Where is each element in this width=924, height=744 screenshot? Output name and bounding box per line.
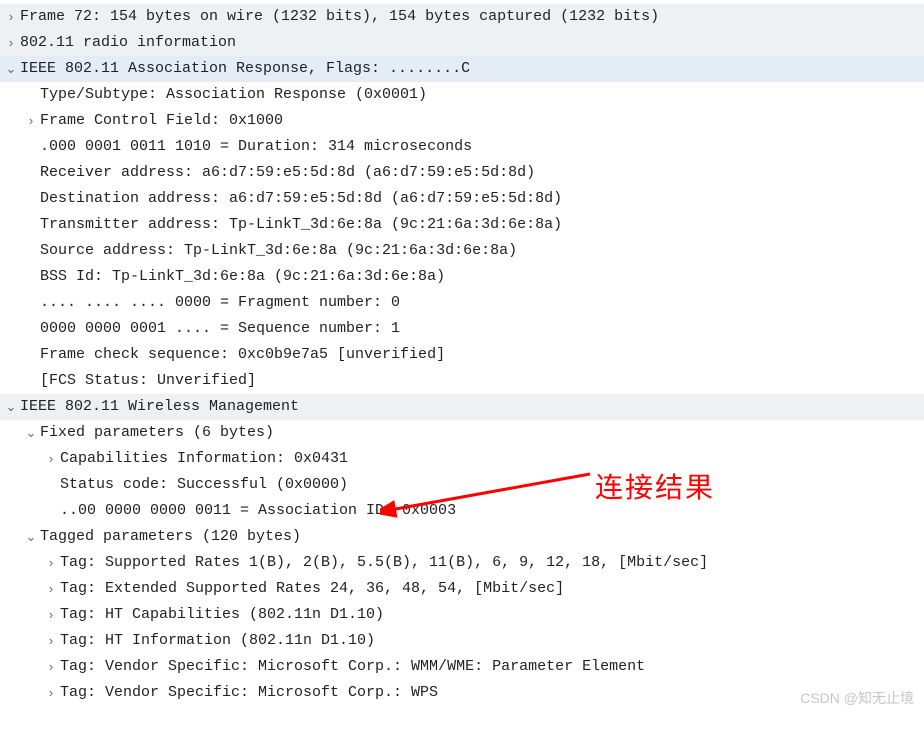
tree-row-bssid[interactable]: BSS Id: Tp-LinkT_3d:6e:8a (9c:21:6a:3d:6… <box>0 264 924 290</box>
field-value: .... .... .... 0000 = Fragment number: 0 <box>38 290 400 316</box>
expand-icon[interactable]: › <box>24 108 38 134</box>
tree-row-fixed-parameters[interactable]: ⌄ Fixed parameters (6 bytes) <box>0 420 924 446</box>
expand-icon[interactable]: › <box>4 30 18 56</box>
tree-row-duration[interactable]: .000 0001 0011 1010 = Duration: 314 micr… <box>0 134 924 160</box>
tree-row-wireless-management[interactable]: ⌄ IEEE 802.11 Wireless Management <box>0 394 924 420</box>
tree-row-source[interactable]: Source address: Tp-LinkT_3d:6e:8a (9c:21… <box>0 238 924 264</box>
tree-row-fcs-status[interactable]: [FCS Status: Unverified] <box>0 368 924 394</box>
field-value: IEEE 802.11 Wireless Management <box>18 394 299 420</box>
tree-row-destination[interactable]: Destination address: a6:d7:59:e5:5d:8d (… <box>0 186 924 212</box>
collapse-icon[interactable]: ⌄ <box>24 524 38 550</box>
tree-row-transmitter[interactable]: Transmitter address: Tp-LinkT_3d:6e:8a (… <box>0 212 924 238</box>
collapse-icon[interactable]: ⌄ <box>24 420 38 446</box>
tree-row-fragment[interactable]: .... .... .... 0000 = Fragment number: 0 <box>0 290 924 316</box>
field-value: BSS Id: Tp-LinkT_3d:6e:8a (9c:21:6a:3d:6… <box>38 264 445 290</box>
field-value: Frame 72: 154 bytes on wire (1232 bits),… <box>18 4 659 30</box>
field-value: Type/Subtype: Association Response (0x00… <box>38 82 427 108</box>
tree-row-status-code[interactable]: Status code: Successful (0x0000) <box>0 472 924 498</box>
tree-row-tag-ht-cap[interactable]: › Tag: HT Capabilities (802.11n D1.10) <box>0 602 924 628</box>
expand-icon[interactable]: › <box>44 680 58 706</box>
field-value: Capabilities Information: 0x0431 <box>58 446 348 472</box>
expand-icon[interactable]: › <box>44 628 58 654</box>
expand-icon[interactable]: › <box>44 576 58 602</box>
tree-row-capabilities[interactable]: › Capabilities Information: 0x0431 <box>0 446 924 472</box>
field-value: Tag: HT Capabilities (802.11n D1.10) <box>58 602 384 628</box>
field-value: Destination address: a6:d7:59:e5:5d:8d (… <box>38 186 562 212</box>
tree-row-radio[interactable]: › 802.11 radio information <box>0 30 924 56</box>
field-value: Receiver address: a6:d7:59:e5:5d:8d (a6:… <box>38 160 535 186</box>
tree-row-tag-vendor-wmm[interactable]: › Tag: Vendor Specific: Microsoft Corp.:… <box>0 654 924 680</box>
field-value: 0000 0000 0001 .... = Sequence number: 1 <box>38 316 400 342</box>
expand-icon[interactable]: › <box>4 4 18 30</box>
tree-row-frame-control[interactable]: › Frame Control Field: 0x1000 <box>0 108 924 134</box>
expand-icon[interactable]: › <box>44 602 58 628</box>
field-value: Tag: Supported Rates 1(B), 2(B), 5.5(B),… <box>58 550 708 576</box>
field-value: Tag: HT Information (802.11n D1.10) <box>58 628 375 654</box>
packet-details-tree: › Frame 72: 154 bytes on wire (1232 bits… <box>0 0 924 714</box>
field-value: Frame check sequence: 0xc0b9e7a5 [unveri… <box>38 342 445 368</box>
field-value: Tag: Vendor Specific: Microsoft Corp.: W… <box>58 680 438 706</box>
tree-row-ieee-assoc-response[interactable]: ⌄ IEEE 802.11 Association Response, Flag… <box>0 56 924 82</box>
field-value: 802.11 radio information <box>18 30 236 56</box>
expand-icon[interactable]: › <box>44 654 58 680</box>
field-value: Tag: Vendor Specific: Microsoft Corp.: W… <box>58 654 645 680</box>
collapse-icon[interactable]: ⌄ <box>4 394 18 420</box>
field-value: Source address: Tp-LinkT_3d:6e:8a (9c:21… <box>38 238 517 264</box>
tree-row-receiver[interactable]: Receiver address: a6:d7:59:e5:5d:8d (a6:… <box>0 160 924 186</box>
tree-row-association-id[interactable]: ..00 0000 0000 0011 = Association ID: 0x… <box>0 498 924 524</box>
tree-row-type-subtype[interactable]: Type/Subtype: Association Response (0x00… <box>0 82 924 108</box>
tree-row-tag-ht-info[interactable]: › Tag: HT Information (802.11n D1.10) <box>0 628 924 654</box>
field-value: Transmitter address: Tp-LinkT_3d:6e:8a (… <box>38 212 562 238</box>
tree-row-tag-vendor-wps[interactable]: › Tag: Vendor Specific: Microsoft Corp.:… <box>0 680 924 706</box>
field-value: IEEE 802.11 Association Response, Flags:… <box>18 56 470 82</box>
tree-row-tag-supported-rates[interactable]: › Tag: Supported Rates 1(B), 2(B), 5.5(B… <box>0 550 924 576</box>
collapse-icon[interactable]: ⌄ <box>4 56 18 82</box>
field-value: ..00 0000 0000 0011 = Association ID: 0x… <box>58 498 456 524</box>
tree-row-tag-ext-rates[interactable]: › Tag: Extended Supported Rates 24, 36, … <box>0 576 924 602</box>
expand-icon[interactable]: › <box>44 446 58 472</box>
field-value: Fixed parameters (6 bytes) <box>38 420 274 446</box>
field-value: Tag: Extended Supported Rates 24, 36, 48… <box>58 576 564 602</box>
expand-icon[interactable]: › <box>44 550 58 576</box>
field-value: Tagged parameters (120 bytes) <box>38 524 301 550</box>
field-value: [FCS Status: Unverified] <box>38 368 256 394</box>
tree-row-frame[interactable]: › Frame 72: 154 bytes on wire (1232 bits… <box>0 4 924 30</box>
field-value: .000 0001 0011 1010 = Duration: 314 micr… <box>38 134 472 160</box>
field-value: Frame Control Field: 0x1000 <box>38 108 283 134</box>
tree-row-fcs[interactable]: Frame check sequence: 0xc0b9e7a5 [unveri… <box>0 342 924 368</box>
tree-row-sequence[interactable]: 0000 0000 0001 .... = Sequence number: 1 <box>0 316 924 342</box>
watermark: CSDN @知无止境 <box>800 688 914 708</box>
field-value: Status code: Successful (0x0000) <box>58 472 348 498</box>
tree-row-tagged-parameters[interactable]: ⌄ Tagged parameters (120 bytes) <box>0 524 924 550</box>
